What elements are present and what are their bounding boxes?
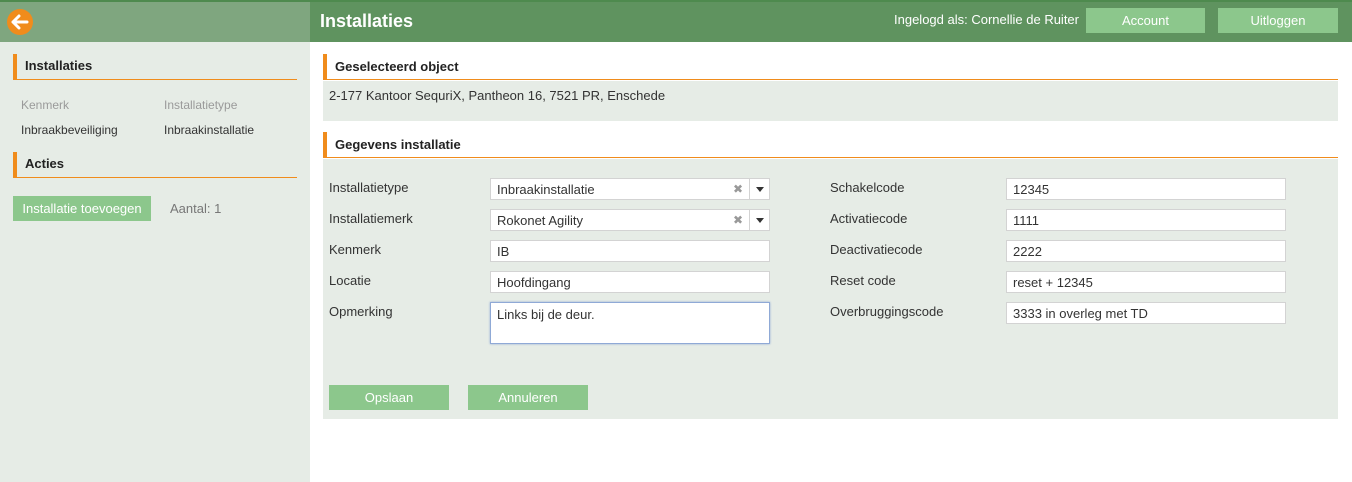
resetcode-label: Reset code <box>830 273 896 288</box>
installation-data-heading: Gegevens installatie <box>323 132 1338 158</box>
kenmerk-input[interactable] <box>490 240 770 262</box>
sidebar: Installaties Kenmerk Installatietype Inb… <box>0 42 310 482</box>
sidebar-installaties-heading: Installaties <box>13 54 297 80</box>
installatiemerk-value: Rokonet Agility <box>497 213 583 228</box>
back-button[interactable] <box>7 9 33 35</box>
kenmerk-label: Kenmerk <box>329 242 382 257</box>
overbruggingscode-label: Overbruggingscode <box>830 304 944 319</box>
clear-icon[interactable]: ✖ <box>733 213 743 227</box>
installation-count: Aantal: 1 <box>170 201 222 216</box>
logged-in-label: Ingelogd als: Cornellie de Ruiter <box>894 12 1079 27</box>
sidebar-col-kenmerk: Kenmerk <box>21 98 70 112</box>
selected-object-panel: 2-177 Kantoor SequriX, Pantheon 16, 7521… <box>323 81 1338 121</box>
clear-icon[interactable]: ✖ <box>733 182 743 196</box>
installatiemerk-select[interactable]: Rokonet Agility ✖ <box>490 209 770 231</box>
installatiemerk-label: Installatiemerk <box>329 211 413 226</box>
locatie-input[interactable] <box>490 271 770 293</box>
cancel-button[interactable]: Annuleren <box>468 385 588 410</box>
save-button[interactable]: Opslaan <box>329 385 449 410</box>
deactivatiecode-input[interactable] <box>1006 240 1286 262</box>
sidebar-row-kenmerk[interactable]: Inbraakbeveiliging <box>21 123 118 137</box>
opmerking-textarea[interactable]: Links bij de deur. <box>490 302 770 344</box>
selected-object-heading: Geselecteerd object <box>323 54 1338 80</box>
overbruggingscode-input[interactable] <box>1006 302 1286 324</box>
sidebar-acties-heading: Acties <box>13 152 297 178</box>
schakelcode-input[interactable] <box>1006 178 1286 200</box>
add-installation-button[interactable]: Installatie toevoegen <box>13 196 151 221</box>
locatie-label: Locatie <box>329 273 371 288</box>
chevron-down-icon[interactable] <box>749 179 769 199</box>
installatietype-value: Inbraakinstallatie <box>497 182 595 197</box>
top-bar-left <box>0 2 310 42</box>
resetcode-input[interactable] <box>1006 271 1286 293</box>
page-title: Installaties <box>320 11 414 31</box>
chevron-down-icon[interactable] <box>749 210 769 230</box>
selected-object-text: 2-177 Kantoor SequriX, Pantheon 16, 7521… <box>329 88 666 103</box>
activatiecode-input[interactable] <box>1006 209 1286 231</box>
sidebar-col-installatietype: Installatietype <box>164 98 238 112</box>
logout-button[interactable]: Uitloggen <box>1218 8 1338 33</box>
schakelcode-label: Schakelcode <box>830 180 905 195</box>
account-button[interactable]: Account <box>1086 8 1205 33</box>
activatiecode-label: Activatiecode <box>830 211 908 226</box>
sidebar-row-installatietype[interactable]: Inbraakinstallatie <box>164 123 254 137</box>
opmerking-label: Opmerking <box>329 304 393 319</box>
top-bar-right: Installaties Ingelogd als: Cornellie de … <box>310 2 1352 42</box>
arrow-left-icon <box>11 14 29 30</box>
deactivatiecode-label: Deactivatiecode <box>830 242 923 257</box>
installatietype-label: Installatietype <box>329 180 409 195</box>
top-bar: Installaties Ingelogd als: Cornellie de … <box>0 0 1352 42</box>
installatietype-select[interactable]: Inbraakinstallatie ✖ <box>490 178 770 200</box>
